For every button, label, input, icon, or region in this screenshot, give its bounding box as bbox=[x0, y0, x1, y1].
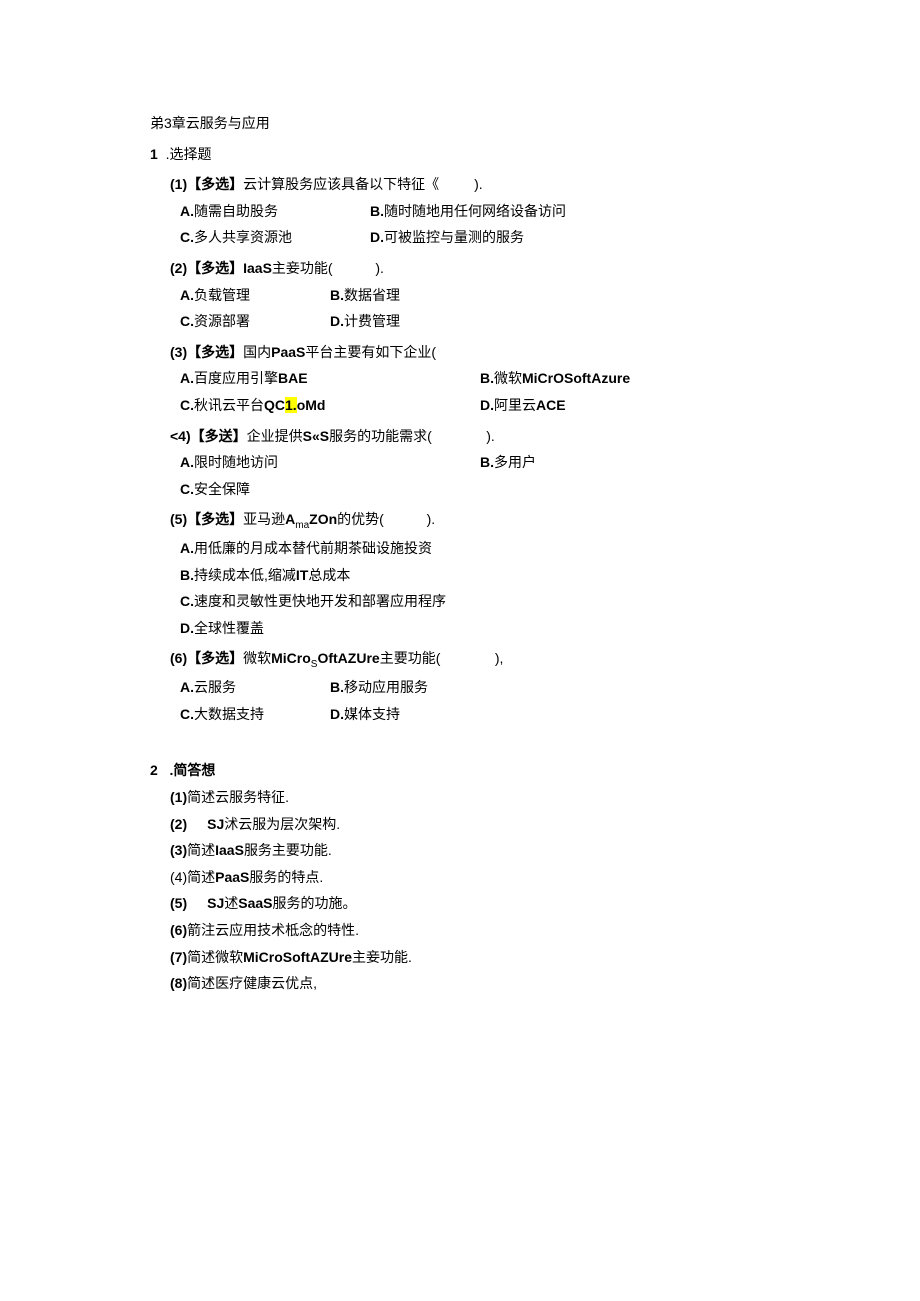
option-6c: C.大数据支持 bbox=[180, 701, 330, 728]
question-2-options: A.负载管理 B.数据省理 C.资源部署 D.计费管理 bbox=[150, 282, 920, 335]
question-1-options: A.随需自助股务 B.随时随地用任何网络设备访问 C.多人共享资源池 D.可被监… bbox=[150, 198, 920, 251]
option-2b: B.数据省理 bbox=[330, 282, 920, 309]
question-5: (5)【多选】亚马逊AmaZOn的优势( ). bbox=[150, 506, 920, 535]
option-4c: C.安全保障 bbox=[180, 476, 480, 503]
sa-item-2: (2)SJ沭云服为层次架构. bbox=[150, 811, 920, 838]
question-3-options: A.百度应用引擎BAE B.微软MiCrOSoftAzure C.秋讯云平台QC… bbox=[150, 365, 920, 418]
option-1d: D.可被监控与量测的服务 bbox=[370, 224, 920, 251]
sa-item-4: (4)简述PaaS服务的特点. bbox=[150, 864, 920, 891]
section-1-header: 1 .选择题 bbox=[150, 141, 920, 168]
sa-item-8: (8)简述医疗健康云优点, bbox=[150, 970, 920, 997]
question-4-options: A.限时随地访问 B.多用户 C.安全保障 bbox=[150, 449, 920, 502]
option-5a: A.用低廉的月成本替代前期茶础设施投资 bbox=[180, 535, 920, 562]
option-2a: A.负载管理 bbox=[180, 282, 330, 309]
question-5-options: A.用低廉的月成本替代前期茶础设施投资 B.持续成本低,缩减IT总成本 C.速度… bbox=[150, 535, 920, 641]
question-6: (6)【多选】微软MiCroSOftAZUre主要功能( ), bbox=[150, 645, 920, 674]
option-3d: D.阿里云ACE bbox=[480, 392, 920, 419]
question-2: (2)【多选】IaaS主妾功能( ). bbox=[150, 255, 920, 282]
option-4a: A.限时随地访问 bbox=[180, 449, 480, 476]
sa-item-6: (6)箭注云应用技术柢念的特性. bbox=[150, 917, 920, 944]
chapter-title: 弟3章云服务与应用 bbox=[150, 110, 920, 137]
question-4: <4)【多送】企业提供S«S服务的功能需求( ). bbox=[150, 423, 920, 450]
sa-item-3: (3)简述IaaS服务主要功能. bbox=[150, 837, 920, 864]
option-6d: D.媒体支持 bbox=[330, 701, 920, 728]
option-6b: B.移动应用服务 bbox=[330, 674, 920, 701]
option-3a: A.百度应用引擎BAE bbox=[180, 365, 480, 392]
sa-item-1: (1)简述云服务特征. bbox=[150, 784, 920, 811]
sa-item-7: (7)简述微软MiCroSoftAZUre主妾功能. bbox=[150, 944, 920, 971]
question-3: (3)【多选】国内PaaS平台主要有如下企业( bbox=[150, 339, 920, 366]
option-1c: C.多人共享资源池 bbox=[180, 224, 370, 251]
section-2-header: 2 .简答想 bbox=[150, 757, 920, 784]
option-5d: D.全球性覆盖 bbox=[180, 615, 920, 642]
option-3c: C.秋讯云平台QC1.oMd bbox=[180, 392, 480, 419]
option-5c: C.速度和灵敏性更快地开发和部署应用程序 bbox=[180, 588, 920, 615]
option-3b: B.微软MiCrOSoftAzure bbox=[480, 365, 920, 392]
option-4b: B.多用户 bbox=[480, 449, 920, 476]
option-5b: B.持续成本低,缩减IT总成本 bbox=[180, 562, 920, 589]
option-1b: B.随时随地用任何网络设备访问 bbox=[370, 198, 920, 225]
option-1a: A.随需自助股务 bbox=[180, 198, 370, 225]
question-1: (1)【多选】云计算股务应该具备以下特征《 ). bbox=[150, 171, 920, 198]
sa-item-5: (5)SJ述SaaS服务的功施。 bbox=[150, 890, 920, 917]
question-6-options: A.云服务 B.移动应用服务 C.大数据支持 D.媒体支持 bbox=[150, 674, 920, 727]
option-2c: C.资源部署 bbox=[180, 308, 330, 335]
option-6a: A.云服务 bbox=[180, 674, 330, 701]
option-2d: D.计费管理 bbox=[330, 308, 920, 335]
